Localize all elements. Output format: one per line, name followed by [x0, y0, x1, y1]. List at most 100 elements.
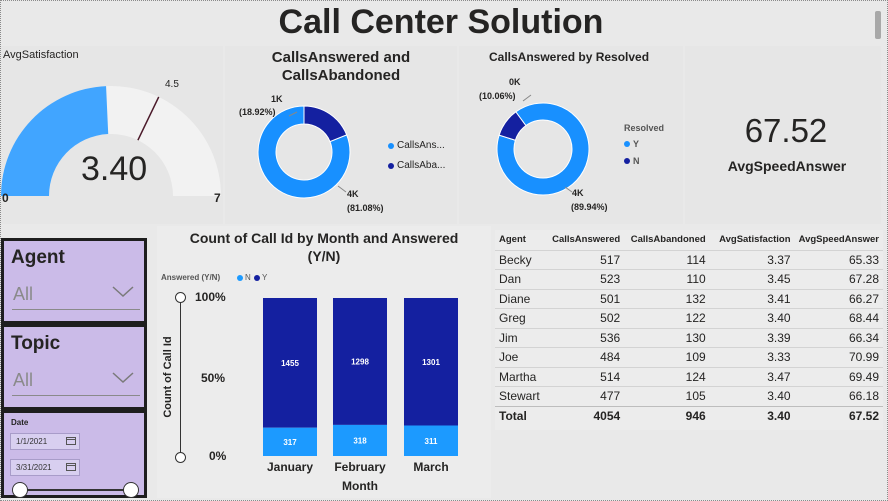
donut1-label-answered: 4K: [347, 189, 359, 199]
table-cell: 3.47: [709, 366, 795, 387]
topic-slicer[interactable]: Topic All: [1, 324, 147, 410]
agent-slicer[interactable]: Agent All: [1, 238, 147, 324]
agent-table-grid: Agent CallsAnswered CallsAbandoned AvgSa…: [495, 230, 883, 426]
table-cell: Martha: [495, 366, 549, 387]
donut1-slice-callsabandoned[interactable]: [303, 105, 348, 143]
col-header[interactable]: Agent: [495, 230, 548, 250]
chevron-down-icon[interactable]: [112, 372, 134, 384]
date-range-handle-end[interactable]: [123, 482, 139, 498]
date-range-track: [20, 489, 132, 491]
gauge-visual[interactable]: AvgSatisfaction 4.5 3.40 0 7: [1, 46, 223, 224]
donut2-legend-dot-y: [624, 141, 630, 147]
col-header[interactable]: CallsAbandoned: [624, 230, 709, 250]
chevron-down-icon[interactable]: [112, 286, 134, 298]
donut2-label-y: 4K: [572, 188, 584, 198]
donut2-legend-dot-n: [624, 158, 630, 164]
donut-answered-abandoned[interactable]: CallsAnswered and CallsAbandoned 1K (18.…: [225, 46, 457, 224]
table-cell: 70.99: [794, 347, 883, 367]
agent-slicer-title: Agent: [11, 247, 65, 268]
date-start-value: 1/1/2021: [16, 437, 48, 446]
table-cell: 130: [624, 327, 710, 348]
gauge-target-label: 4.5: [165, 79, 179, 90]
date-slicer-title: Date: [11, 418, 29, 427]
donut2-legend-title: Resolved: [624, 123, 665, 133]
card-value: 67.52: [744, 112, 828, 149]
table-cell: 536: [548, 327, 625, 348]
col-header[interactable]: AvgSpeedAnswer: [795, 230, 883, 250]
table-cell: 517: [548, 249, 625, 270]
table-total-row: Total 4054 946 3.40 67.52: [495, 405, 883, 426]
data-label-y: 318: [353, 436, 367, 445]
donut1-legend-dot-abandoned: [388, 163, 394, 169]
col-header[interactable]: AvgSatisfaction: [710, 230, 795, 250]
table-cell: 484: [548, 347, 625, 367]
x-tick-label: January: [267, 460, 313, 474]
report-page: Call Center Solution AvgSatisfaction 4.5…: [0, 0, 888, 501]
table-cell: Stewart: [495, 386, 549, 406]
donut1-legend-abandoned[interactable]: CallsAba...: [397, 160, 445, 171]
table-cell: 65.33: [794, 249, 883, 270]
table-cell: 3.33: [709, 347, 795, 367]
donut2-svg: [496, 94, 590, 196]
table-cell: 502: [548, 308, 625, 328]
donut2-pct-n: (10.06%): [479, 91, 516, 101]
table-total-cell: 946: [624, 405, 710, 426]
topic-slicer-underline: [12, 395, 140, 396]
table-total-cell: 4054: [548, 405, 625, 426]
topic-slicer-value[interactable]: All: [13, 370, 33, 391]
table-cell: Greg: [495, 308, 549, 328]
table-total-cell: 3.40: [709, 405, 795, 426]
table-cell: 66.34: [794, 327, 883, 348]
table-cell: Becky: [495, 249, 549, 270]
date-end-value: 3/31/2021: [16, 463, 52, 472]
donut2-legend-n[interactable]: N: [633, 156, 640, 166]
calendar-icon[interactable]: [66, 462, 76, 471]
gauge-min-label: 0: [2, 191, 9, 205]
table-cell: Diane: [495, 288, 549, 309]
donut1-label-abandoned: 1K: [271, 94, 283, 104]
table-row[interactable]: Joe 484 109 3.33 70.99: [495, 347, 883, 367]
data-label-n: 1301: [422, 358, 440, 367]
table-cell: 110: [624, 269, 710, 289]
table-row[interactable]: Greg 502 122 3.40 68.44: [495, 308, 883, 328]
donut-answered-by-resolved[interactable]: CallsAnswered by Resolved 0K (10.06%) 4K…: [459, 46, 683, 224]
donut1-pct-answered: (81.08%): [347, 203, 384, 213]
table-row[interactable]: Dan 523 110 3.45 67.28: [495, 269, 883, 289]
table-cell: 3.40: [709, 308, 795, 328]
stacked-bar-chart[interactable]: Count of Call Id by Month and Answered (…: [157, 226, 491, 498]
donut1-legend-answered[interactable]: CallsAns...: [397, 140, 445, 151]
table-cell: 523: [548, 269, 625, 289]
table-cell: 514: [548, 366, 625, 387]
x-tick-label: February: [334, 460, 386, 474]
table-row[interactable]: Stewart 477 105 3.40 66.18: [495, 386, 883, 406]
table-cell: 105: [624, 386, 710, 406]
donut2-leader-line: [522, 94, 532, 102]
gauge-value: 3.40: [81, 150, 148, 188]
table-row[interactable]: Jim 536 130 3.39 66.34: [495, 327, 883, 348]
table-row[interactable]: Martha 514 124 3.47 69.49: [495, 366, 883, 387]
calendar-icon[interactable]: [66, 436, 76, 445]
table-header-row: Agent CallsAnswered CallsAbandoned AvgSa…: [495, 230, 883, 250]
x-tick-label: March: [413, 460, 448, 474]
table-cell: Jim: [495, 327, 549, 348]
date-range-handle-start[interactable]: [12, 482, 28, 498]
table-cell: 477: [548, 386, 625, 406]
table-row[interactable]: Becky 517 114 3.37 65.33: [495, 249, 883, 270]
card-avg-speed-answer[interactable]: 67.52 AvgSpeedAnswer: [685, 46, 881, 224]
chart-x-axis-title: Month: [342, 479, 378, 493]
agent-slicer-value[interactable]: All: [13, 284, 33, 305]
col-header[interactable]: CallsAnswered: [548, 230, 624, 250]
donut2-legend-y[interactable]: Y: [633, 139, 639, 149]
table-cell: 69.49: [794, 366, 883, 387]
bar-plot-area: 1455 317 January 1298 318 February 1301 311 Marc…: [263, 298, 458, 474]
donut1-legend-dot-answered: [388, 143, 394, 149]
table-cell: 501: [548, 288, 625, 309]
table-cell: Joe: [495, 347, 549, 367]
agent-table[interactable]: Agent CallsAnswered CallsAbandoned AvgSa…: [495, 230, 883, 430]
donut1-svg: [257, 105, 351, 199]
vertical-scrollbar[interactable]: [875, 11, 881, 39]
table-cell: 3.37: [709, 249, 795, 270]
date-slicer[interactable]: Date 1/1/2021 3/31/2021: [1, 410, 147, 498]
table-cell: 66.27: [794, 288, 883, 309]
table-row[interactable]: Diane 501 132 3.41 66.27: [495, 288, 883, 309]
